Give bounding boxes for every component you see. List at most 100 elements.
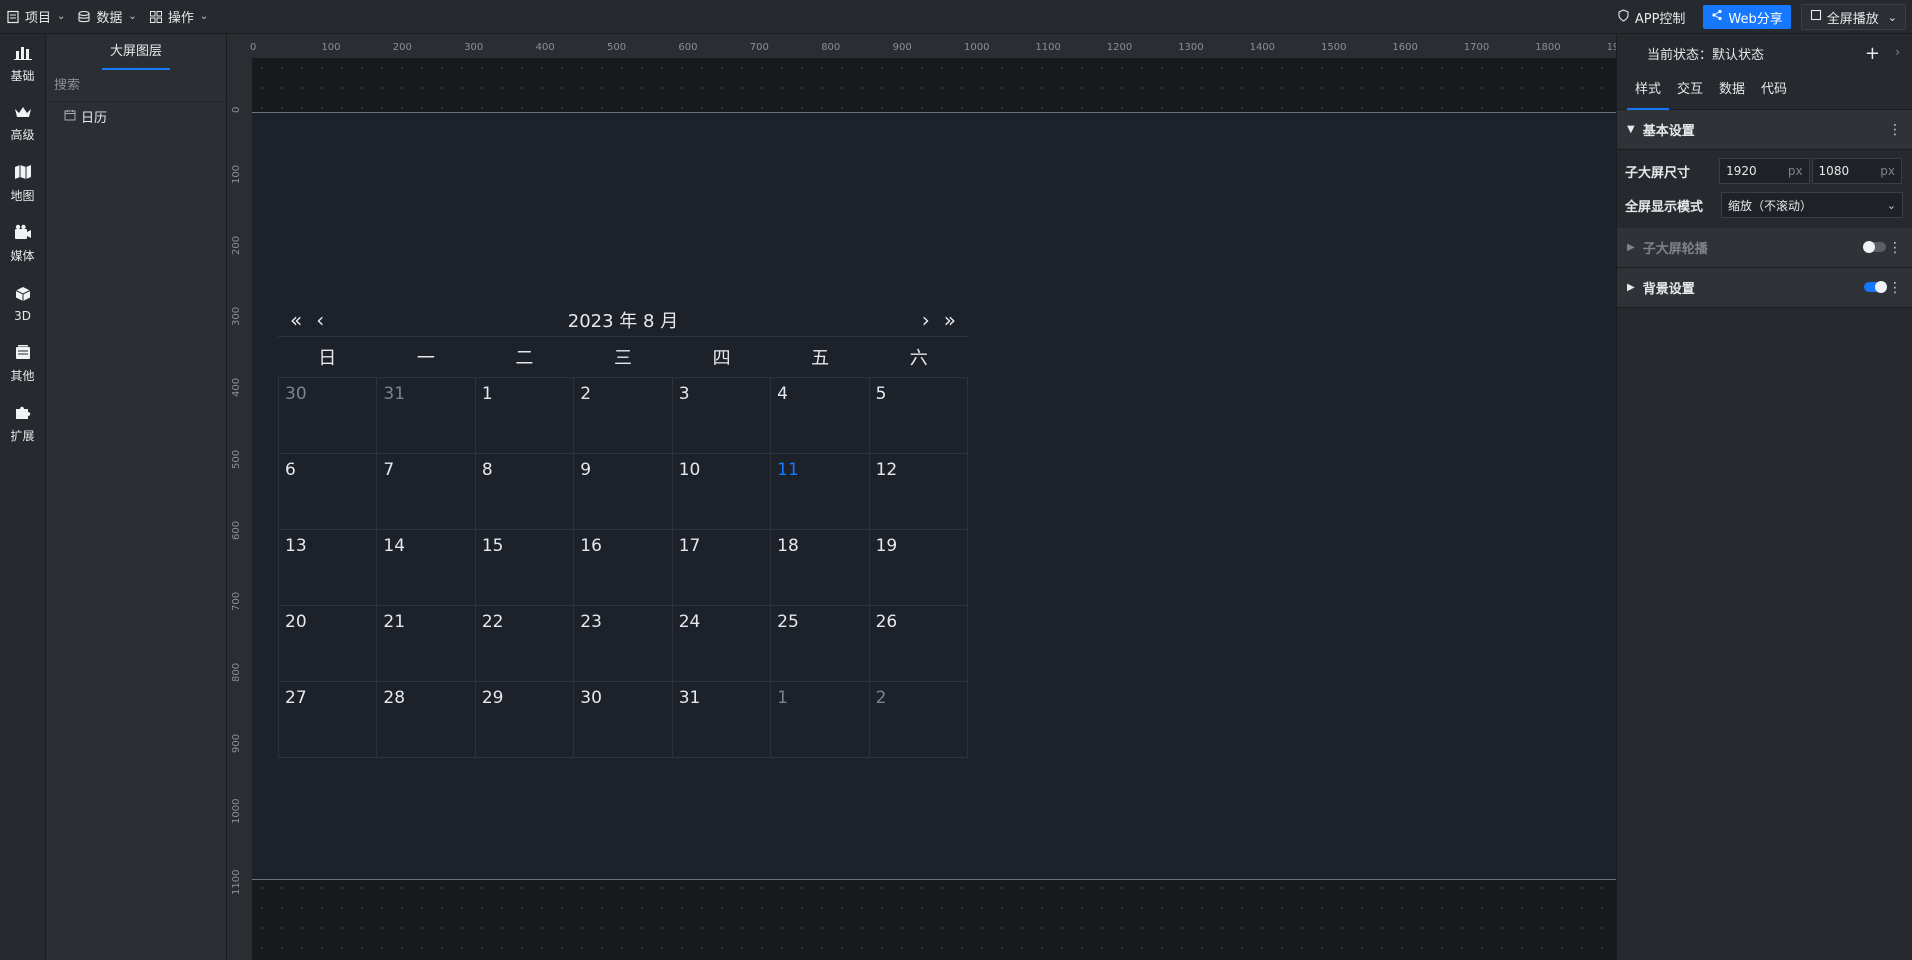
calendar-widget[interactable]: « ‹ 2023 年 8 月 › » 日一二三四五六 30 31 1 2 3 4 5 6 7 8 9… bbox=[278, 303, 968, 758]
next-month-button[interactable]: › bbox=[922, 308, 930, 332]
screen-canvas[interactable]: « ‹ 2023 年 8 月 › » 日一二三四五六 30 31 1 2 3 4 5 6 7 8 9… bbox=[252, 112, 1616, 880]
canvas-area: 0 100 200 300 400 500 600 700 800 900 1000 1100 1200… bbox=[227, 34, 1616, 960]
prev-year-button[interactable]: « bbox=[290, 308, 302, 332]
calendar-day[interactable]: 7 bbox=[377, 454, 476, 530]
calendar-day[interactable]: 6 bbox=[279, 454, 378, 530]
chevron-down-icon: ⌄ bbox=[199, 11, 209, 22]
more-icon[interactable]: ⋮ bbox=[1888, 280, 1902, 296]
cube-icon bbox=[15, 286, 31, 306]
layers-search-input[interactable] bbox=[54, 78, 218, 93]
calendar-day[interactable]: 1 bbox=[771, 682, 870, 758]
fullscreen-button[interactable]: 全屏播放 ⌄ bbox=[1800, 4, 1906, 30]
display-mode-row: 全屏显示模式 缩放（不滚动） ⌄ bbox=[1617, 188, 1912, 222]
file-icon bbox=[6, 10, 20, 24]
category-other-label: 其他 bbox=[10, 369, 35, 383]
calendar-day[interactable]: 23 bbox=[574, 606, 673, 682]
category-extension[interactable]: 扩展 bbox=[0, 394, 45, 454]
calendar-day[interactable]: 18 bbox=[771, 530, 870, 606]
category-basic-label: 基础 bbox=[10, 69, 35, 83]
more-icon[interactable]: ⋮ bbox=[1888, 240, 1902, 256]
add-state-icon[interactable]: + bbox=[1865, 43, 1880, 64]
tab-data[interactable]: 数据 bbox=[1711, 72, 1753, 110]
calendar-day[interactable]: 25 bbox=[771, 606, 870, 682]
calendar-day[interactable]: 24 bbox=[672, 606, 772, 682]
menu-project[interactable]: 项目 ⌄ bbox=[0, 0, 71, 34]
background-toggle[interactable] bbox=[1864, 281, 1887, 293]
state-selector[interactable]: 当前状态：默认状态 + › bbox=[1617, 34, 1912, 72]
menu-operation[interactable]: 操作 ⌄ bbox=[143, 0, 214, 34]
web-share-button[interactable]: Web分享 bbox=[1703, 5, 1791, 29]
calendar-day[interactable]: 21 bbox=[377, 606, 476, 682]
calendar-day[interactable]: 1 bbox=[475, 378, 575, 454]
calendar-day[interactable]: 28 bbox=[377, 682, 476, 758]
section-background[interactable]: ▶ 背景设置 ⋮ bbox=[1617, 268, 1912, 308]
tab-code[interactable]: 代码 bbox=[1753, 72, 1795, 110]
ruler-corner bbox=[227, 34, 252, 58]
app-control-button[interactable]: APP控制 bbox=[1609, 5, 1694, 29]
next-year-button[interactable]: » bbox=[944, 308, 956, 332]
chevron-right-icon[interactable]: › bbox=[1895, 45, 1900, 59]
ruler-tick-top: 400 bbox=[535, 42, 555, 53]
calendar-day[interactable]: 15 bbox=[475, 530, 575, 606]
ruler-tick-top: 900 bbox=[892, 42, 912, 53]
calendar-day[interactable]: 19 bbox=[869, 530, 968, 606]
calendar-day[interactable]: 29 bbox=[475, 682, 575, 758]
calendar-day[interactable]: 5 bbox=[869, 378, 968, 454]
ruler-tick-top: 1300 bbox=[1178, 42, 1204, 53]
calendar-day[interactable]: 22 bbox=[475, 606, 575, 682]
category-media[interactable]: 媒体 bbox=[0, 214, 45, 274]
calendar-day[interactable]: 4 bbox=[771, 378, 870, 454]
category-advanced[interactable]: 高级 bbox=[0, 94, 45, 154]
calendar-day[interactable]: 10 bbox=[672, 454, 772, 530]
width-input[interactable]: 1920 px bbox=[1719, 158, 1810, 184]
calendar-day-today[interactable]: 11 bbox=[771, 454, 870, 530]
calendar-day[interactable]: 13 bbox=[279, 530, 378, 606]
calendar-day[interactable]: 9 bbox=[574, 454, 673, 530]
calendar-day[interactable]: 2 bbox=[869, 682, 968, 758]
ruler-vertical[interactable]: 0 100 200 300 400 500 600 700 800 900 1000 1100 bbox=[227, 58, 252, 960]
calendar-day[interactable]: 2 bbox=[574, 378, 673, 454]
display-mode-select[interactable]: 缩放（不滚动） ⌄ bbox=[1721, 192, 1903, 218]
calendar-day[interactable]: 8 bbox=[475, 454, 575, 530]
calendar-day[interactable]: 31 bbox=[377, 378, 476, 454]
carousel-toggle[interactable] bbox=[1863, 241, 1886, 253]
category-other[interactable]: 其他 bbox=[0, 334, 45, 394]
category-map[interactable]: 地图 bbox=[0, 154, 45, 214]
calendar-day[interactable]: 17 bbox=[672, 530, 772, 606]
category-basic[interactable]: 基础 bbox=[0, 34, 45, 94]
ruler-tick-top: 0 bbox=[250, 42, 257, 53]
section-basic-settings[interactable]: ▼ 基本设置 ⋮ bbox=[1617, 110, 1912, 150]
section-carousel[interactable]: ▶ 子大屏轮播 ⋮ bbox=[1617, 228, 1912, 268]
ruler-tick-top: 800 bbox=[821, 42, 841, 53]
ruler-horizontal[interactable]: 0 100 200 300 400 500 600 700 800 900 1000 1100 1200… bbox=[250, 34, 1616, 58]
ruler-tick-top: 1000 bbox=[964, 42, 990, 53]
ruler-tick-left: 1100 bbox=[231, 869, 242, 896]
calendar-day[interactable]: 26 bbox=[869, 606, 968, 682]
category-3d[interactable]: 3D bbox=[0, 274, 45, 334]
calendar-day[interactable]: 16 bbox=[574, 530, 673, 606]
layers-tab[interactable]: 大屏图层 bbox=[46, 34, 226, 70]
layer-item-calendar[interactable]: 日历 bbox=[46, 102, 226, 130]
tab-style[interactable]: 样式 bbox=[1627, 72, 1670, 110]
tab-interaction[interactable]: 交互 bbox=[1669, 72, 1711, 110]
calendar-day[interactable]: 30 bbox=[574, 682, 673, 758]
calendar-day[interactable]: 12 bbox=[869, 454, 968, 530]
menu-data[interactable]: 数据 ⌄ bbox=[71, 0, 142, 34]
category-media-label: 媒体 bbox=[10, 249, 35, 263]
calendar-nav-left: « ‹ bbox=[290, 308, 324, 332]
height-input[interactable]: 1080 px bbox=[1811, 158, 1902, 184]
calendar-day[interactable]: 14 bbox=[377, 530, 476, 606]
prev-month-button[interactable]: ‹ bbox=[316, 308, 324, 332]
share-icon bbox=[1711, 9, 1723, 25]
calendar-day[interactable]: 30 bbox=[279, 378, 378, 454]
media-icon bbox=[14, 224, 32, 244]
calendar-day[interactable]: 3 bbox=[672, 378, 772, 454]
chevron-down-icon[interactable]: ⌄ bbox=[1888, 11, 1897, 24]
section-carousel-title: 子大屏轮播 bbox=[1642, 242, 1708, 257]
calendar-day[interactable]: 27 bbox=[279, 682, 378, 758]
calendar-day[interactable]: 20 bbox=[279, 606, 378, 682]
ruler-tick-left: 1000 bbox=[231, 798, 242, 824]
more-icon[interactable]: ⋮ bbox=[1888, 122, 1902, 138]
calendar-day[interactable]: 31 bbox=[672, 682, 772, 758]
chevron-down-icon: ⌄ bbox=[128, 11, 137, 22]
